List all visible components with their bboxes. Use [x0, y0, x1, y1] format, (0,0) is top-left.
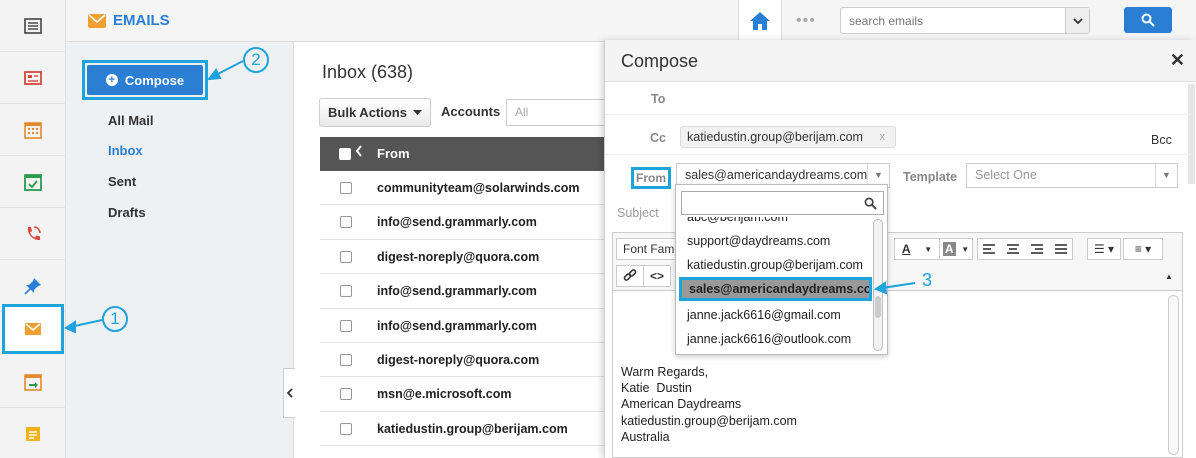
annotation-marker-2: 2: [243, 47, 269, 73]
annotation-marker-1: 1: [102, 306, 128, 332]
annotation-arrowhead-3: [873, 281, 888, 295]
annotation-arrow-3: [881, 282, 916, 289]
annotation-marker-3: 3: [922, 270, 933, 290]
annotation-arrows: [63, 60, 916, 334]
annotation-arrowhead-1: [63, 320, 76, 334]
annotation-arrowhead-2: [206, 68, 222, 81]
